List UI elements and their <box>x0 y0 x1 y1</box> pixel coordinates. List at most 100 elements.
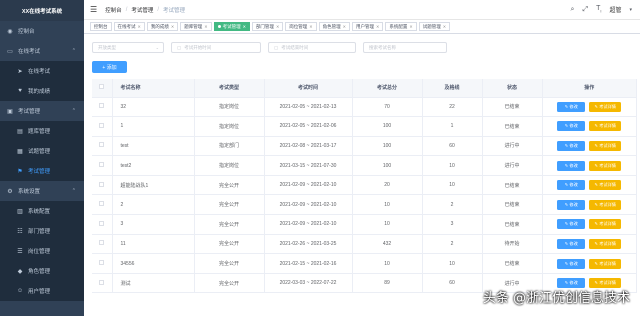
hamburger-icon[interactable]: ☰ <box>90 5 97 14</box>
tag-my-scores[interactable]: 我的成绩 ✕ <box>146 22 179 31</box>
exam-detail-button[interactable]: ✎ 考试详情 <box>589 219 622 230</box>
row-actions: ✎ 修改 ✎ 考试详情 <box>543 140 637 151</box>
tag-online-exam[interactable]: 在线考试 ✕ <box>113 22 145 31</box>
exam-time-cell: 2021-02-15 ~ 2021-02-16 <box>264 253 353 274</box>
close-icon[interactable]: ✕ <box>204 24 207 29</box>
tag-dashboard[interactable]: 控制台 <box>90 22 112 31</box>
row-select-cell[interactable] <box>92 214 113 235</box>
sidebar-item-departments[interactable]: ☷ 部门管理 <box>0 221 84 241</box>
exam-detail-button[interactable]: ✎ 考试详情 <box>589 101 622 112</box>
breadcrumb-item[interactable]: 考试管理 <box>131 6 153 14</box>
edit-button[interactable]: ✎ 修改 <box>557 140 586 151</box>
add-button[interactable]: + 添加 <box>92 61 127 73</box>
checkbox[interactable] <box>99 162 105 168</box>
checkbox[interactable] <box>99 122 105 128</box>
exam-detail-button[interactable]: ✎ 考试详情 <box>589 238 622 249</box>
start-time-input[interactable]: ▢ 考试开始时间 <box>171 42 261 53</box>
edit-button[interactable]: ✎ 修改 <box>557 199 586 210</box>
edit-button[interactable]: ✎ 修改 <box>557 121 586 132</box>
font-size-icon[interactable]: TI <box>596 5 601 13</box>
close-icon[interactable]: ✕ <box>276 24 279 29</box>
fullscreen-icon[interactable]: ⤢ <box>582 6 588 14</box>
sidebar-group-settings[interactable]: ⚙ 系统设置 ⌃ <box>0 181 84 201</box>
user-menu[interactable]: 超管 <box>609 5 621 14</box>
close-icon[interactable]: ✕ <box>243 24 246 29</box>
edit-button[interactable]: ✎ 修改 <box>557 219 586 230</box>
row-select-cell[interactable] <box>92 253 113 274</box>
row-select-cell[interactable] <box>92 273 113 294</box>
row-select-cell[interactable] <box>92 175 113 196</box>
exam-detail-button[interactable]: ✎ 考试详情 <box>589 199 622 210</box>
sidebar-item-sys-config[interactable]: ▥ 系统配置 <box>0 201 84 221</box>
edit-button[interactable]: ✎ 修改 <box>557 180 586 191</box>
exam-icon: ▣ <box>7 108 13 115</box>
checkbox[interactable] <box>99 260 105 266</box>
row-select-cell[interactable] <box>92 116 113 137</box>
close-icon[interactable]: ✕ <box>409 24 412 29</box>
actions-cell: ✎ 修改 ✎ 考试详情 <box>542 155 637 176</box>
edit-button[interactable]: ✎ 修改 <box>557 258 586 269</box>
end-time-input[interactable]: ▢ 考试结束时间 <box>268 42 356 53</box>
row-select-cell[interactable] <box>92 234 113 255</box>
tag-roles[interactable]: 角色管理 ✕ <box>318 22 351 31</box>
row-select-cell[interactable] <box>92 155 113 176</box>
topbar: ☰ 控制台 / 考试管理 / 考试管理 ⌕ ⤢ TI 超管 ▾ <box>84 0 640 20</box>
close-icon[interactable]: ✕ <box>309 24 312 29</box>
exam-detail-button[interactable]: ✎ 考试详情 <box>589 140 622 151</box>
search-name-input[interactable]: 搜索考试名称 <box>363 42 447 53</box>
sidebar-item-questions[interactable]: ▦ 试题管理 <box>0 141 84 161</box>
tag-departments[interactable]: 部门管理 ✕ <box>251 22 284 31</box>
table-row: test2 指定岗位 2021-03-15 ~ 2021-07-30 100 10 进行中… <box>92 155 637 176</box>
tag-question-bank[interactable]: 题库管理 ✕ <box>180 22 212 31</box>
sidebar-group-exam-mgmt[interactable]: ▣ 考试管理 ⌃ <box>0 101 84 121</box>
exam-detail-button[interactable]: ✎ 考试详情 <box>589 180 622 191</box>
tag-posts[interactable]: 岗位管理 ✕ <box>285 22 317 31</box>
row-select-cell[interactable] <box>92 194 113 216</box>
row-actions: ✎ 修改 ✎ 考试详情 <box>543 219 637 230</box>
checkbox[interactable] <box>99 103 105 109</box>
checkbox[interactable] <box>99 201 105 207</box>
sidebar-item-users[interactable]: ☺ 用户管理 <box>0 281 84 301</box>
sidebar-item-online-exam[interactable]: ➤ 在线考试 <box>0 61 84 81</box>
select-all-cell[interactable] <box>92 79 113 98</box>
exam-detail-button[interactable]: ✎ 考试详情 <box>589 160 622 171</box>
edit-button[interactable]: ✎ 修改 <box>557 160 586 171</box>
sidebar-item-exams[interactable]: ⚑ 考试管理 <box>0 161 84 181</box>
checkbox[interactable] <box>99 240 105 246</box>
close-icon[interactable]: ✕ <box>171 24 174 29</box>
watermark: 头条 @浙江优创信息技术 <box>482 291 630 306</box>
sidebar-item-question-bank[interactable]: ▤ 题库管理 <box>0 121 84 141</box>
close-icon[interactable]: ✕ <box>343 24 346 29</box>
col-header: 考试总分 <box>352 79 423 98</box>
sidebar-item-my-scores[interactable]: ♥ 我的成绩 <box>0 81 84 101</box>
row-select-cell[interactable] <box>92 97 113 118</box>
search-icon[interactable]: ⌕ <box>571 6 575 14</box>
tag-users[interactable]: 用户管理 ✕ <box>352 22 384 31</box>
row-select-cell[interactable] <box>92 136 113 157</box>
open-type-select[interactable]: 开放类型 ⌄ <box>92 42 164 53</box>
checkbox[interactable] <box>99 84 105 90</box>
checkbox[interactable] <box>99 142 105 148</box>
edit-button[interactable]: ✎ 修改 <box>557 238 586 249</box>
breadcrumb-item[interactable]: 控制台 <box>105 6 122 14</box>
close-icon[interactable]: ✕ <box>443 24 446 29</box>
sidebar-item-label: 我的成绩 <box>28 89 51 95</box>
exam-detail-button[interactable]: ✎ 考试详情 <box>589 258 622 269</box>
close-icon[interactable]: ✕ <box>376 24 379 29</box>
tag-questions[interactable]: 试题管理 ✕ <box>418 22 451 31</box>
chevron-down-icon[interactable]: ▾ <box>629 7 632 13</box>
edit-button[interactable]: ✎ 修改 <box>557 101 586 112</box>
sidebar-group-online-exam[interactable]: ▭ 在线考试 ⌃ <box>0 41 84 61</box>
checkbox[interactable] <box>99 220 105 226</box>
checkbox[interactable] <box>99 181 105 187</box>
sidebar-item-posts[interactable]: ☰ 岗位管理 <box>0 241 84 261</box>
checkbox[interactable] <box>99 279 105 285</box>
tag-exams[interactable]: 考试管理 ✕ <box>213 22 250 31</box>
row-actions: ✎ 修改 ✎ 考试详情 <box>543 101 637 112</box>
sidebar-item-dashboard[interactable]: ◉ 控制台 <box>0 21 84 41</box>
pass-line-cell: 22 <box>422 97 483 118</box>
close-icon[interactable]: ✕ <box>138 24 141 29</box>
exam-detail-button[interactable]: ✎ 考试详情 <box>589 121 622 132</box>
sidebar-item-roles[interactable]: ◆ 角色管理 <box>0 261 84 281</box>
tag-sys-config[interactable]: 系统配置 ✕ <box>385 22 417 31</box>
